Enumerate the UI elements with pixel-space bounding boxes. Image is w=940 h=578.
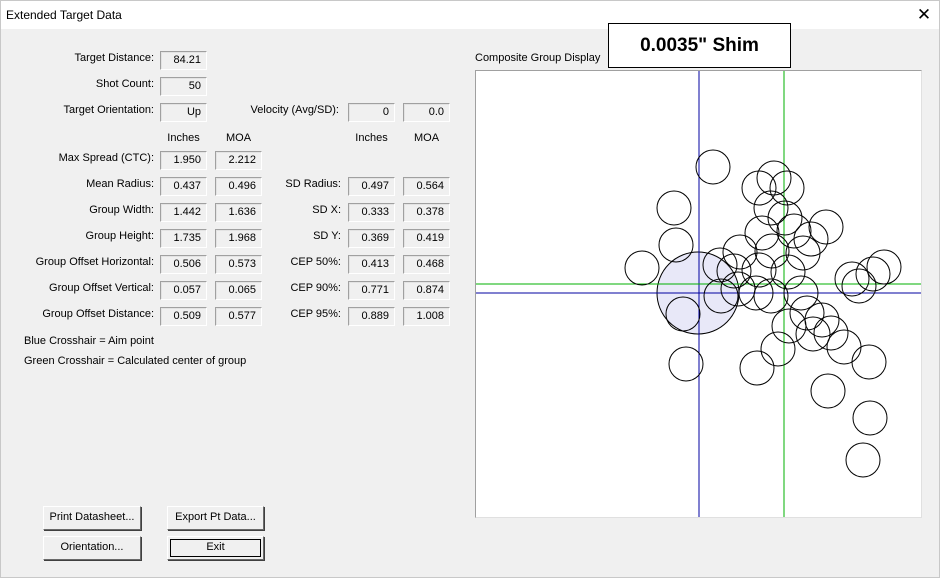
shot-hole (756, 160, 792, 196)
left-inches-header: Inches (167, 132, 200, 144)
stat-label: Mean Radius: (86, 178, 154, 190)
shot-hole (855, 256, 891, 292)
shot-hole (668, 346, 704, 382)
velocity-label: Velocity (Avg/SD): (250, 104, 339, 116)
left-moa-header: MOA (225, 132, 252, 144)
stat-moa-field: 0.378 (403, 203, 450, 222)
stat-moa-field: 1.008 (403, 307, 450, 326)
stat-moa-field: 0.577 (215, 307, 262, 326)
legend-green-crosshair: Green Crosshair = Calculated center of g… (24, 355, 247, 367)
legend-blue-crosshair: Blue Crosshair = Aim point (24, 335, 154, 347)
stat-label: CEP 90%: (290, 282, 341, 294)
stat-label: Group Offset Vertical: (49, 282, 154, 294)
stat-moa-field: 0.468 (403, 255, 450, 274)
right-moa-header: MOA (413, 132, 440, 144)
stat-label: CEP 50%: (290, 256, 341, 268)
target-orientation-field: Up (160, 103, 207, 122)
extended-target-data-window: Extended Target Data ✕ Target Distance: … (0, 0, 940, 578)
shot-count-label: Shot Count: (95, 78, 154, 90)
stat-moa-field: 0.419 (403, 229, 450, 248)
stat-inches-field: 0.437 (160, 177, 207, 196)
window-title: Extended Target Data (6, 8, 122, 22)
shot-hole (695, 149, 731, 185)
shot-hole (810, 373, 846, 409)
shot-hole (656, 190, 692, 226)
stat-moa-field: 0.065 (215, 281, 262, 300)
target-distance-field: 84.21 (160, 51, 207, 70)
shot-count-field: 50 (160, 77, 207, 96)
shot-hole (808, 209, 844, 245)
stat-moa-field: 0.496 (215, 177, 262, 196)
stat-inches-field: 0.771 (348, 281, 395, 300)
stat-moa-field: 1.636 (215, 203, 262, 222)
orientation-button[interactable]: Orientation... (43, 536, 141, 560)
stat-moa-field: 1.968 (215, 229, 262, 248)
stat-inches-field: 0.333 (348, 203, 395, 222)
shim-overlay-label: 0.0035" Shim (608, 23, 791, 68)
stat-label: Max Spread (CTC): (58, 152, 154, 164)
shot-hole (845, 442, 881, 478)
stat-inches-field: 0.506 (160, 255, 207, 274)
stat-label: CEP 95%: (290, 308, 341, 320)
target-distance-label: Target Distance: (74, 52, 154, 64)
stat-inches-field: 0.497 (348, 177, 395, 196)
shot-hole (624, 250, 660, 286)
stat-inches-field: 1.735 (160, 229, 207, 248)
shot-hole (834, 261, 870, 297)
stat-label: Group Height: (85, 230, 154, 242)
stat-inches-field: 0.509 (160, 307, 207, 326)
stat-inches-field: 0.369 (348, 229, 395, 248)
target-orientation-label: Target Orientation: (63, 104, 155, 116)
velocity-avg-field: 0 (348, 103, 395, 122)
stat-label: Group Offset Distance: (42, 308, 154, 320)
stat-moa-field: 0.573 (215, 255, 262, 274)
shot-hole (841, 268, 877, 304)
stat-inches-field: 1.950 (160, 151, 207, 170)
shot-hole (722, 234, 758, 270)
composite-group-display-label: Composite Group Display (475, 52, 601, 64)
stat-label: SD Radius: (285, 178, 341, 190)
shot-hole (741, 170, 777, 206)
shot-hole (771, 308, 807, 344)
shot-hole (744, 215, 780, 251)
shot-hole (866, 249, 902, 285)
exit-button[interactable]: Exit (167, 536, 264, 560)
shot-hole (851, 344, 887, 380)
stat-inches-field: 0.889 (348, 307, 395, 326)
group-plot (476, 71, 921, 517)
composite-group-display (475, 70, 922, 518)
shot-hole (852, 400, 888, 436)
shot-hole (826, 329, 862, 365)
stat-label: SD Y: (313, 230, 341, 242)
title-bar: Extended Target Data ✕ (1, 1, 939, 29)
stat-moa-field: 0.874 (403, 281, 450, 300)
stat-inches-field: 1.442 (160, 203, 207, 222)
stat-label: Group Offset Horizontal: (35, 256, 154, 268)
close-icon[interactable]: ✕ (909, 1, 939, 29)
stat-inches-field: 0.413 (348, 255, 395, 274)
print-datasheet-button[interactable]: Print Datasheet... (43, 506, 141, 530)
stat-moa-field: 2.212 (215, 151, 262, 170)
shot-hole (760, 331, 796, 367)
export-pt-data-button[interactable]: Export Pt Data... (167, 506, 264, 530)
stat-label: SD X: (312, 204, 341, 216)
velocity-sd-field: 0.0 (403, 103, 450, 122)
stat-label: Group Width: (89, 204, 154, 216)
right-inches-header: Inches (355, 132, 388, 144)
stat-moa-field: 0.564 (403, 177, 450, 196)
shot-hole (739, 350, 775, 386)
shot-hole (658, 227, 694, 263)
stat-inches-field: 0.057 (160, 281, 207, 300)
shot-hole (813, 315, 849, 351)
shot-hole (769, 170, 805, 206)
